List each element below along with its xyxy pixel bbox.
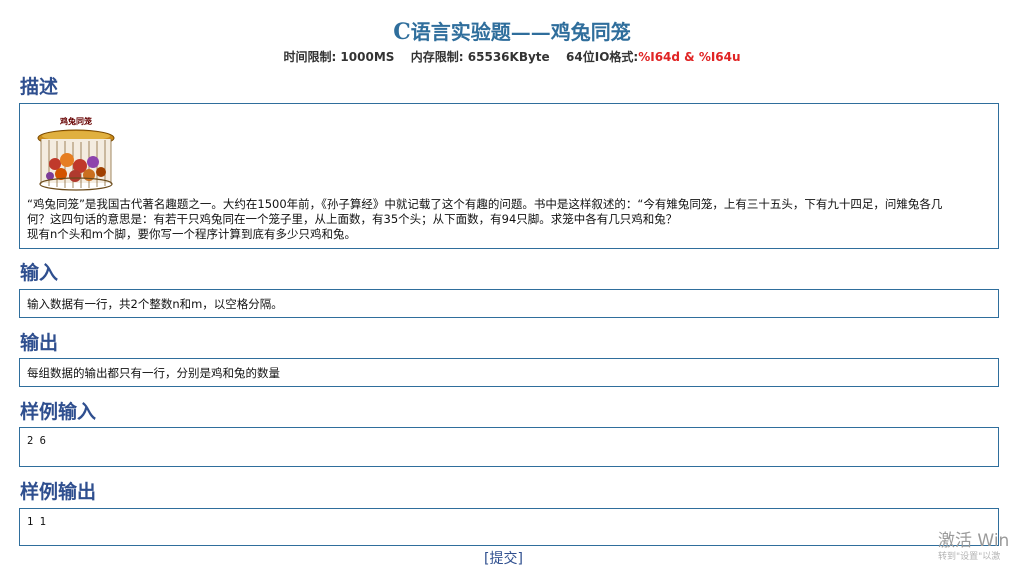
time-limit: 时间限制: 1000MS xyxy=(283,50,395,64)
chicken-rabbit-cage-image: 鸡兔同笼 xyxy=(35,112,117,192)
problem-title: C语言实验题——鸡兔同笼 xyxy=(393,19,631,45)
output-heading: 输出 xyxy=(20,332,59,354)
output-text: 每组数据的输出都只有一行，分别是鸡和兔的数量 xyxy=(27,366,280,380)
description-line-1: “鸡兔同笼”是我国古代著名趣题之一。大约在1500年前，《孙子算经》中就记载了这… xyxy=(27,197,943,211)
output-box: 每组数据的输出都只有一行，分别是鸡和兔的数量 xyxy=(19,358,999,387)
memory-limit: 内存限制: 65536KByte xyxy=(410,50,550,64)
input-text: 输入数据有一行，共2个整数n和m，以空格分隔。 xyxy=(27,297,283,311)
input-heading: 输入 xyxy=(20,262,59,284)
sample-input-heading: 样例输入 xyxy=(20,401,97,423)
windows-activation-watermark: 激活 Win xyxy=(938,531,1010,551)
sample-output-box: 1 1 xyxy=(19,508,999,546)
sample-output-text: 1 1 xyxy=(27,516,46,528)
sample-input-text: 2 6 xyxy=(27,435,46,447)
windows-activation-subtext: 转到"设置"以激 xyxy=(938,552,1001,562)
limits-bar: 时间限制: 1000MS 内存限制: 65536KByte 64位IO格式:%I… xyxy=(0,48,1024,65)
submit-link[interactable]: [提交] xyxy=(484,548,523,568)
description-heading: 描述 xyxy=(20,76,59,98)
sample-output-heading: 样例输出 xyxy=(20,481,97,503)
description-line-2: 何？这四句话的意思是：有若干只鸡兔同在一个笼子里，从上面数，有35个头；从下面数… xyxy=(27,212,678,226)
io-format-value: %I64d & %I64u xyxy=(638,50,741,64)
description-line-3: 现有n个头和m个脚，要你写一个程序计算到底有多少只鸡和兔。 xyxy=(27,227,356,241)
input-box: 输入数据有一行，共2个整数n和m，以空格分隔。 xyxy=(19,289,999,318)
sample-input-box: 2 6 xyxy=(19,427,999,467)
image-caption: 鸡兔同笼 xyxy=(60,116,92,126)
io-format-label: 64位IO格式: xyxy=(566,50,639,64)
description-box: 鸡兔同笼 “鸡兔同笼”是我国古代著名趣题之一。大约在1500年前，《孙子算经》中… xyxy=(19,103,999,249)
